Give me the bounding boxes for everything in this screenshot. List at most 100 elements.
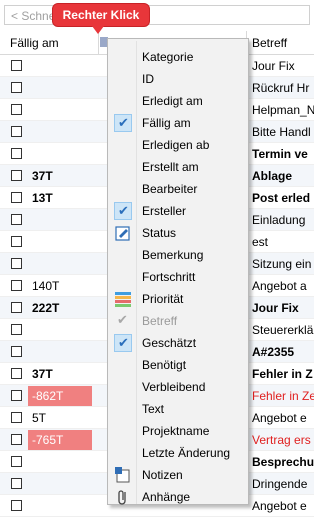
menu-item-verbleibend[interactable]: Verbleibend	[108, 376, 248, 398]
subject-cell: Post erled	[252, 191, 311, 205]
menu-item-projektname[interactable]: Projektname	[108, 420, 248, 442]
menu-item-label: Priorität	[142, 292, 184, 306]
due-cell: 140T	[32, 279, 60, 293]
subject-cell: Einladung	[252, 213, 306, 227]
menu-item-text[interactable]: Text	[108, 398, 248, 420]
menu-item-erledigt-am[interactable]: Erledigt am	[108, 90, 248, 112]
priority-icon	[114, 290, 132, 308]
menu-item-id[interactable]: ID	[108, 68, 248, 90]
menu-item-label: Erledigen ab	[142, 138, 210, 152]
menu-item-benötigt[interactable]: Benötigt	[108, 354, 248, 376]
menu-item-betreff: ✔ Betreff	[108, 310, 248, 332]
menu-item-label: Text	[142, 402, 165, 416]
menu-item-label: Anhänge	[142, 490, 191, 504]
menu-item-fällig-am[interactable]: ✔ Fällig am	[108, 112, 248, 134]
subject-cell: Fehler in Z	[252, 367, 313, 381]
menu-item-geschätzt[interactable]: ✔ Geschätzt	[108, 332, 248, 354]
menu-item-erledigen-ab[interactable]: Erledigen ab	[108, 134, 248, 156]
row-checkbox[interactable]	[11, 324, 22, 335]
right-click-callout: Rechter Klick	[52, 3, 150, 27]
menu-item-notizen[interactable]: Notizen	[108, 464, 248, 486]
search-bar: < Schne	[0, 0, 314, 30]
menu-item-label: Projektname	[142, 424, 210, 438]
status-icon	[114, 224, 132, 242]
due-cell	[28, 100, 92, 120]
due-cell: 37T	[32, 169, 53, 183]
subject-cell: Vertrag ers	[252, 433, 311, 447]
subject-cell: Besprechu	[252, 455, 314, 469]
subject-cell: Jour Fix	[252, 301, 299, 315]
column-header-due[interactable]: Fällig am	[10, 36, 59, 50]
due-cell	[28, 232, 92, 252]
row-checkbox[interactable]	[11, 104, 22, 115]
row-checkbox[interactable]	[11, 214, 22, 225]
subject-cell: Bitte Handl	[252, 125, 311, 139]
search-input[interactable]: < Schne	[4, 5, 310, 25]
menu-item-bearbeiter[interactable]: Bearbeiter	[108, 178, 248, 200]
menu-item-label: Benötigt	[142, 358, 187, 372]
row-checkbox[interactable]	[11, 280, 22, 291]
menu-item-label: Status	[142, 226, 177, 240]
checkmark-icon: ✔	[114, 334, 132, 352]
menu-item-ersteller[interactable]: ✔ Ersteller	[108, 200, 248, 222]
due-cell	[28, 254, 92, 274]
due-cell	[28, 496, 92, 516]
row-checkbox[interactable]	[11, 368, 22, 379]
row-checkbox[interactable]	[11, 82, 22, 93]
menu-item-erstellt-am[interactable]: Erstellt am	[108, 156, 248, 178]
row-checkbox[interactable]	[11, 412, 22, 423]
checkmark-icon: ✔	[114, 202, 132, 220]
subject-cell: Ablage	[252, 169, 293, 183]
menu-item-kategorie[interactable]: Kategorie	[108, 46, 248, 68]
row-checkbox[interactable]	[11, 456, 22, 467]
subject-cell: Termin ve	[252, 147, 308, 161]
row-checkbox[interactable]	[11, 148, 22, 159]
subject-cell: Dringende	[252, 477, 308, 491]
menu-item-label: Notizen	[142, 468, 183, 482]
row-checkbox[interactable]	[11, 126, 22, 137]
due-cell	[28, 144, 92, 164]
column-divider[interactable]	[98, 31, 99, 54]
menu-item-label: Betreff	[142, 314, 178, 328]
column-header-subject[interactable]: Betreff	[252, 36, 287, 50]
subject-cell: est	[252, 235, 269, 249]
menu-item-status[interactable]: Status	[108, 222, 248, 244]
row-checkbox[interactable]	[11, 60, 22, 71]
due-cell	[28, 320, 92, 340]
search-placeholder: < Schne	[11, 9, 56, 23]
row-checkbox[interactable]	[11, 478, 22, 489]
menu-item-letzte-änderung[interactable]: Letzte Änderung	[108, 442, 248, 464]
due-cell: 37T	[32, 367, 53, 381]
menu-item-label: ID	[142, 72, 154, 86]
due-cell: 13T	[32, 191, 53, 205]
row-checkbox[interactable]	[11, 258, 22, 269]
row-checkbox[interactable]	[11, 346, 22, 357]
subject-cell: Angebot a	[252, 279, 307, 293]
checkmark-icon: ✔	[114, 114, 132, 132]
callout-tail	[92, 26, 104, 34]
menu-item-label: Ersteller	[142, 204, 187, 218]
row-checkbox[interactable]	[11, 192, 22, 203]
subject-cell: A#2355	[252, 345, 295, 359]
row-checkbox[interactable]	[11, 390, 22, 401]
subject-cell: Helpman_N	[252, 103, 314, 117]
row-checkbox[interactable]	[11, 302, 22, 313]
menu-item-label: Fällig am	[142, 116, 191, 130]
menu-item-bemerkung[interactable]: Bemerkung	[108, 244, 248, 266]
subject-cell: Fehler in Ze	[252, 389, 314, 403]
row-checkbox[interactable]	[11, 434, 22, 445]
row-checkbox[interactable]	[11, 500, 22, 511]
menu-item-fortschritt[interactable]: Fortschritt	[108, 266, 248, 288]
menu-item-label: Erstellt am	[142, 160, 199, 174]
row-checkbox[interactable]	[11, 170, 22, 181]
row-checkbox[interactable]	[11, 236, 22, 247]
column-chooser-context-menu: Kategorie ID Erledigt am ✔ Fällig am Erledige…	[107, 38, 249, 505]
menu-item-label: Bearbeiter	[142, 182, 198, 196]
menu-item-label: Letzte Änderung	[142, 446, 231, 460]
due-cell	[28, 78, 92, 98]
menu-item-anhänge[interactable]: Anhänge	[108, 486, 248, 508]
due-cell: -765T	[28, 430, 92, 450]
menu-item-priorität[interactable]: Priorität	[108, 288, 248, 310]
due-cell	[28, 342, 92, 362]
due-cell	[28, 210, 92, 230]
